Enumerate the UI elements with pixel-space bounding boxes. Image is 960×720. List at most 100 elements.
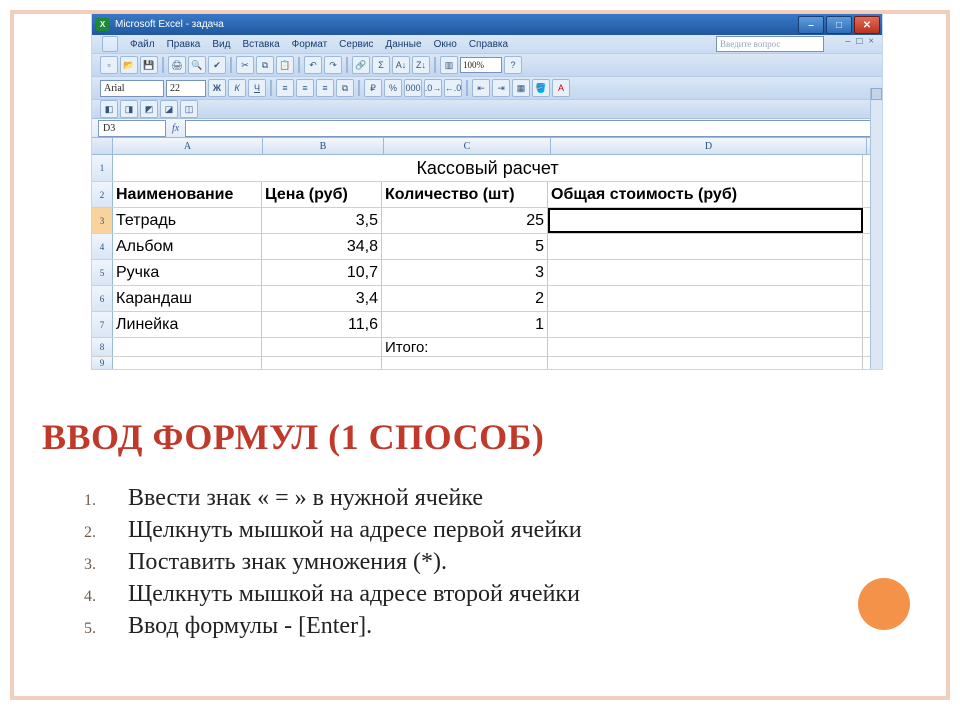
menu-edit[interactable]: Правка [167, 39, 201, 50]
row-header[interactable]: 7 [92, 312, 113, 337]
paste-icon[interactable]: 📋 [276, 56, 294, 74]
redo-icon[interactable]: ↷ [324, 56, 342, 74]
menu-format[interactable]: Формат [292, 39, 328, 50]
cell-total-label[interactable]: Итого: [382, 338, 548, 356]
cell-qty[interactable]: 2 [382, 286, 548, 311]
percent-icon[interactable]: % [384, 79, 402, 97]
indent-dec-icon[interactable]: ⇤ [472, 79, 490, 97]
window-minimize-button[interactable]: – [798, 16, 824, 34]
preview-icon[interactable]: 🔍 [188, 56, 206, 74]
merge-icon[interactable]: ⧉ [336, 79, 354, 97]
font-size-selector[interactable]: 22 [166, 80, 206, 97]
bold-icon[interactable]: Ж [208, 79, 226, 97]
align-right-icon[interactable]: ≡ [316, 79, 334, 97]
extra-icon[interactable]: ◫ [180, 100, 198, 118]
cell-total[interactable] [548, 260, 863, 285]
cell-name[interactable]: Линейка [113, 312, 262, 337]
cell-total[interactable] [548, 286, 863, 311]
cell-name[interactable]: Карандаш [113, 286, 262, 311]
cell-empty[interactable] [548, 357, 863, 369]
menu-file[interactable]: Файл [130, 39, 155, 50]
help-icon[interactable]: ? [504, 56, 522, 74]
indent-inc-icon[interactable]: ⇥ [492, 79, 510, 97]
cell-empty[interactable] [113, 338, 262, 356]
doc-restore-button[interactable]: □ [854, 36, 864, 47]
col-header-b[interactable]: B [263, 138, 384, 154]
print-icon[interactable]: 🖨 [168, 56, 186, 74]
sort-asc-icon[interactable]: A↓ [392, 56, 410, 74]
cell-name[interactable]: Тетрадь [113, 208, 262, 233]
align-left-icon[interactable]: ≡ [276, 79, 294, 97]
cell-empty[interactable] [262, 338, 382, 356]
borders-icon[interactable]: ▦ [512, 79, 530, 97]
undo-icon[interactable]: ↶ [304, 56, 322, 74]
name-box[interactable]: D3 [98, 120, 166, 137]
cell-total-selected[interactable] [548, 208, 863, 233]
row-header[interactable]: 5 [92, 260, 113, 285]
fill-color-icon[interactable]: 🪣 [532, 79, 550, 97]
dec-decimal-icon[interactable]: ←.0 [444, 79, 462, 97]
extra-icon[interactable]: ◧ [100, 100, 118, 118]
currency-icon[interactable]: ₽ [364, 79, 382, 97]
menu-insert[interactable]: Вставка [242, 39, 279, 50]
zoom-selector[interactable]: 100% [460, 57, 502, 73]
cell-price[interactable]: 3,5 [262, 208, 382, 233]
menu-data[interactable]: Данные [385, 39, 421, 50]
col-header-c[interactable]: C [384, 138, 551, 154]
header-total[interactable]: Общая стоимость (руб) [548, 182, 863, 207]
menu-tools[interactable]: Сервис [339, 39, 373, 50]
header-qty[interactable]: Количество (шт) [382, 182, 548, 207]
cell-empty[interactable] [113, 357, 262, 369]
extra-icon[interactable]: ◩ [140, 100, 158, 118]
menu-window[interactable]: Окно [434, 39, 457, 50]
copy-icon[interactable]: ⧉ [256, 56, 274, 74]
header-price[interactable]: Цена (руб) [262, 182, 382, 207]
cell-qty[interactable]: 25 [382, 208, 548, 233]
inc-decimal-icon[interactable]: .0→ [424, 79, 442, 97]
cell-price[interactable]: 3,4 [262, 286, 382, 311]
cell-name[interactable]: Альбом [113, 234, 262, 259]
cell-name[interactable]: Ручка [113, 260, 262, 285]
row-header[interactable]: 8 [92, 338, 113, 356]
menu-help[interactable]: Справка [469, 39, 508, 50]
file-icon[interactable] [102, 36, 118, 52]
fx-icon[interactable]: fx [172, 123, 179, 134]
spell-icon[interactable]: ✔ [208, 56, 226, 74]
window-maximize-button[interactable]: □ [826, 16, 852, 34]
extra-icon[interactable]: ◨ [120, 100, 138, 118]
col-header-a[interactable]: A [113, 138, 263, 154]
sort-desc-icon[interactable]: Z↓ [412, 56, 430, 74]
underline-icon[interactable]: Ч [248, 79, 266, 97]
menu-view[interactable]: Вид [212, 39, 230, 50]
window-close-button[interactable]: ✕ [854, 16, 880, 34]
cell-qty[interactable]: 3 [382, 260, 548, 285]
header-name[interactable]: Наименование [113, 182, 262, 207]
new-icon[interactable]: ▫ [100, 56, 118, 74]
vertical-scrollbar[interactable] [870, 88, 882, 369]
align-center-icon[interactable]: ≡ [296, 79, 314, 97]
select-all-corner[interactable] [92, 138, 113, 154]
chart-icon[interactable]: ▥ [440, 56, 458, 74]
font-name-selector[interactable]: Arial [100, 80, 164, 97]
link-icon[interactable]: 🔗 [352, 56, 370, 74]
row-header[interactable]: 4 [92, 234, 113, 259]
cell-total[interactable] [548, 234, 863, 259]
cell-price[interactable]: 11,6 [262, 312, 382, 337]
comma-icon[interactable]: 000 [404, 79, 422, 97]
cell-empty[interactable] [382, 357, 548, 369]
cell-qty[interactable]: 1 [382, 312, 548, 337]
row-header[interactable]: 9 [92, 357, 113, 369]
cell-price[interactable]: 34,8 [262, 234, 382, 259]
row-header[interactable]: 2 [92, 182, 113, 207]
cut-icon[interactable]: ✂ [236, 56, 254, 74]
doc-minimize-button[interactable]: – [843, 36, 852, 47]
ask-a-question-input[interactable]: Введите вопрос [716, 36, 824, 52]
row-header[interactable]: 1 [92, 155, 113, 181]
col-header-d[interactable]: D [551, 138, 867, 154]
extra-icon[interactable]: ◪ [160, 100, 178, 118]
row-header[interactable]: 3 [92, 208, 113, 233]
sheet-title-cell[interactable]: Кассовый расчет [113, 155, 863, 181]
formula-input[interactable] [185, 120, 878, 137]
open-icon[interactable]: 📂 [120, 56, 138, 74]
doc-close-button[interactable]: × [866, 36, 876, 47]
